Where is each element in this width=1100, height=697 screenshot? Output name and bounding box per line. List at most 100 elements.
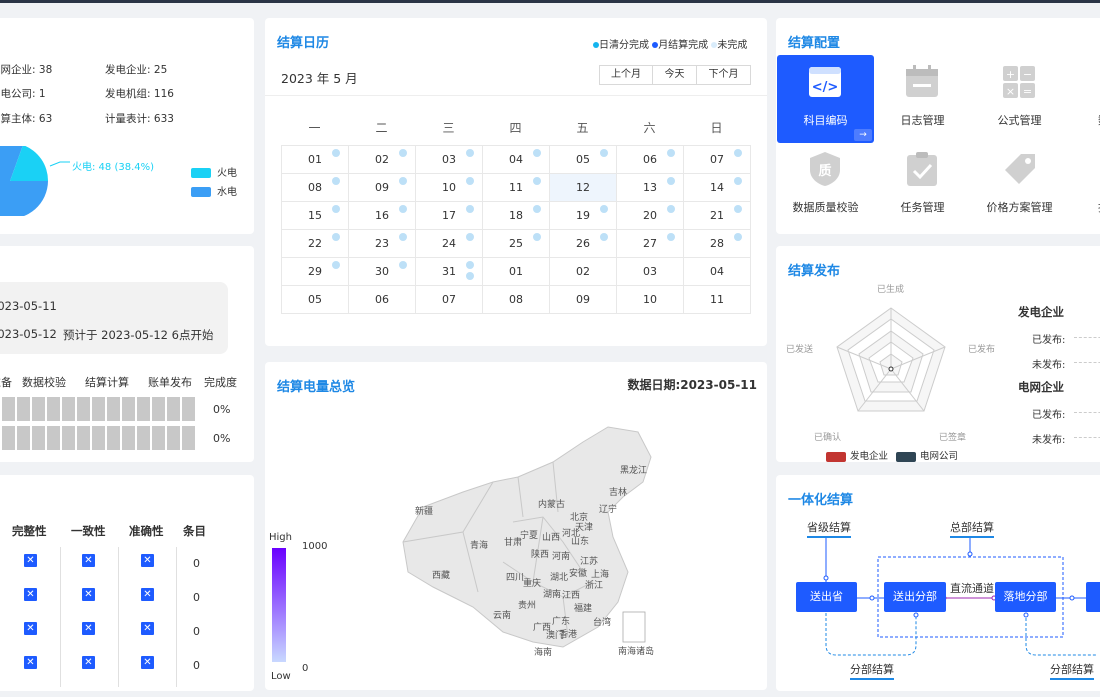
visual-map-max: 1000: [302, 541, 328, 552]
calendar-day[interactable]: 29: [281, 257, 349, 286]
province-label: 江西: [562, 591, 581, 601]
calendar-day[interactable]: 02: [348, 145, 416, 174]
calendar-day[interactable]: 04: [482, 145, 550, 174]
check-icon[interactable]: ✕: [24, 588, 37, 601]
check-icon[interactable]: ✕: [82, 588, 95, 601]
calendar-day[interactable]: 17: [415, 201, 483, 230]
calendar-day[interactable]: 24: [415, 229, 483, 258]
calendar-day[interactable]: 25: [482, 229, 550, 258]
flow-label-branch-1: 分部结算: [850, 661, 894, 680]
province-label: 四川: [506, 573, 525, 583]
calendar-day[interactable]: 10: [415, 173, 483, 202]
flow-label-dc-channel: 直流通道: [950, 582, 994, 595]
calendar-day[interactable]: 07: [683, 145, 751, 174]
calendar-day[interactable]: 09: [549, 285, 617, 314]
calendar-day[interactable]: 09: [348, 173, 416, 202]
col-prepare: 准备: [0, 376, 12, 389]
calendar-day[interactable]: 11: [482, 173, 550, 202]
calendar-day[interactable]: 11: [683, 285, 751, 314]
calendar-day[interactable]: 26: [549, 229, 617, 258]
calendar-card: 结算日历 日清分完成 月结算完成 未完成 2023 年 5 月 上个月 今天 下…: [265, 18, 767, 346]
header-items: 条目: [183, 524, 206, 538]
calendar-day[interactable]: 30: [348, 257, 416, 286]
calendar-day[interactable]: 01: [281, 145, 349, 174]
check-icon[interactable]: ✕: [82, 622, 95, 635]
prev-month-button[interactable]: 上个月: [599, 65, 653, 85]
overview-card: 电网企业: 38 发电企业: 25 售电公司: 1 发电机组: 116 结算主体…: [0, 18, 254, 234]
visual-map-bar[interactable]: [272, 548, 286, 662]
calendar-day[interactable]: 08: [482, 285, 550, 314]
config-item-code[interactable]: </> 科目编码 →: [777, 55, 874, 143]
calendar-day[interactable]: 02: [549, 257, 617, 286]
calendar-day[interactable]: 07: [415, 285, 483, 314]
check-icon[interactable]: ✕: [24, 554, 37, 567]
calendar-day[interactable]: 04: [683, 257, 751, 286]
check-icon[interactable]: ✕: [141, 622, 154, 635]
calendar-day[interactable]: 03: [415, 145, 483, 174]
calendar-day[interactable]: 10: [616, 285, 684, 314]
calendar-day[interactable]: 03: [616, 257, 684, 286]
stat-grid-company: 电网企业: 38: [0, 64, 53, 76]
today-button[interactable]: 今天: [653, 65, 697, 85]
config-item-log[interactable]: 日志管理: [874, 55, 971, 143]
radar-legend-grid[interactable]: 电网公司: [896, 448, 958, 462]
calendar-day[interactable]: 13: [616, 173, 684, 202]
check-icon[interactable]: ✕: [24, 656, 37, 669]
config-item-quality[interactable]: 质 数据质量校验: [777, 142, 874, 230]
check-icon[interactable]: ✕: [141, 588, 154, 601]
china-map[interactable]: [393, 422, 663, 662]
province-label: 湖南: [543, 590, 562, 600]
check-icon[interactable]: ✕: [141, 656, 154, 669]
config-item-index[interactable]: 指: [1068, 142, 1100, 230]
schedule-info-box: [0, 282, 228, 354]
calendar-day[interactable]: 21: [683, 201, 751, 230]
province-label: 浙江: [585, 581, 604, 591]
calendar-day[interactable]: 18: [482, 201, 550, 230]
calendar-day[interactable]: 01: [482, 257, 550, 286]
province-label: 南海诸岛: [618, 647, 655, 657]
radar-axis-label: 已发布: [968, 345, 996, 355]
calendar-day[interactable]: 06: [348, 285, 416, 314]
map-title: 结算电量总览: [277, 380, 356, 395]
calendar-day[interactable]: 19: [549, 201, 617, 230]
pie-legend-hydro: 水电: [191, 183, 237, 198]
flow-box-land-branch[interactable]: 落地分部: [995, 582, 1056, 612]
flow-box-send-province[interactable]: 送出省: [796, 582, 857, 612]
schedule-card: 2023-05-11 2023-05-12 预计于 2023-05-12 6点开…: [0, 246, 254, 462]
config-item-price[interactable]: 价格方案管理: [971, 142, 1068, 230]
calendar-day[interactable]: 15: [281, 201, 349, 230]
flow-box-send-branch[interactable]: 送出分部: [884, 582, 946, 612]
weekday-mon: 一: [308, 121, 321, 135]
check-icon[interactable]: ✕: [141, 554, 154, 567]
publish-row: 未发布:: [1032, 435, 1066, 446]
svg-text:质: 质: [818, 163, 831, 179]
calendar-day[interactable]: 31: [415, 257, 483, 286]
calendar-day[interactable]: 05: [549, 145, 617, 174]
calendar-day[interactable]: 22: [281, 229, 349, 258]
calendar-day[interactable]: 23: [348, 229, 416, 258]
flow-box-next[interactable]: [1086, 582, 1100, 612]
config-item-task[interactable]: 任务管理: [874, 142, 971, 230]
calendar-week-row: 08 09 10 11 12 13 14: [281, 173, 751, 202]
calendar-day-selected[interactable]: 12: [549, 173, 617, 202]
calendar-day[interactable]: 27: [616, 229, 684, 258]
stat-gen-company: 发电企业: 25: [105, 64, 168, 76]
radar-legend-gen[interactable]: 发电企业: [826, 448, 888, 462]
check-icon[interactable]: ✕: [82, 656, 95, 669]
config-item-formula[interactable]: + − × = 公式管理: [971, 55, 1068, 143]
calendar-day[interactable]: 14: [683, 173, 751, 202]
calendar-day[interactable]: 08: [281, 173, 349, 202]
calendar-day[interactable]: 16: [348, 201, 416, 230]
flow-label-branch-2: 分部结算: [1050, 661, 1094, 680]
item-count: 0: [193, 659, 200, 672]
calendar-day[interactable]: 20: [616, 201, 684, 230]
next-month-button[interactable]: 下个月: [697, 65, 751, 85]
check-icon[interactable]: ✕: [24, 622, 37, 635]
check-icon[interactable]: ✕: [82, 554, 95, 567]
calendar-day[interactable]: 28: [683, 229, 751, 258]
calendar-day[interactable]: 06: [616, 145, 684, 174]
config-item-data[interactable]: 数: [1068, 55, 1100, 143]
config-item-label: 价格方案管理: [986, 201, 1053, 214]
calendar-day[interactable]: 05: [281, 285, 349, 314]
item-count: 0: [193, 591, 200, 604]
